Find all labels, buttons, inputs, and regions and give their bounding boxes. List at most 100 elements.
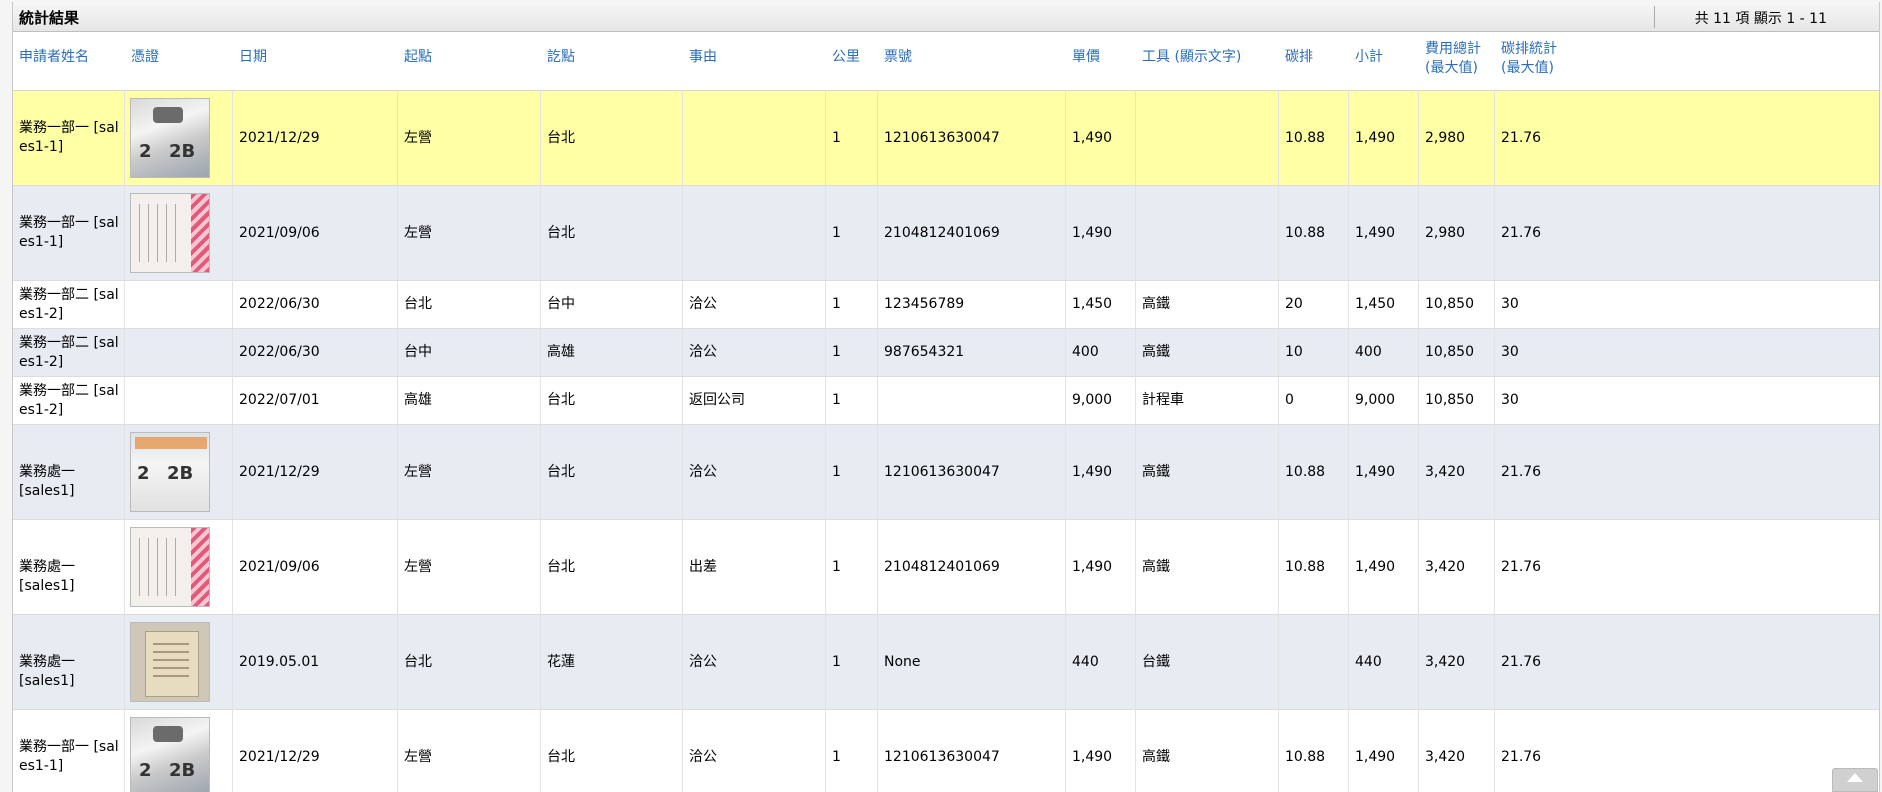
voucher-thumbnail[interactable]: 2 2B xyxy=(130,98,210,178)
table-row[interactable]: 業務一部二 [sales1-2] 2022/06/30 台北 台中 洽公 1 1234567… xyxy=(13,281,1879,329)
cell-carbon: 10.88 xyxy=(1285,129,1326,146)
column-header-reason[interactable]: 事由 xyxy=(683,48,826,67)
cell-reason: 洽公 xyxy=(689,296,717,312)
cell-to: 台北 xyxy=(547,224,575,241)
table-row[interactable]: 業務一部一 [sales1-1] 2021/09/06 左營 台北 1 210481240… xyxy=(13,186,1879,281)
cell-km: 1 xyxy=(832,296,841,312)
cell-date: 2021/12/29 xyxy=(239,463,320,480)
cell-subtotal: 1,490 xyxy=(1355,558,1396,575)
column-header-price[interactable]: 單價 xyxy=(1066,48,1136,67)
cell-to: 台北 xyxy=(547,392,575,408)
cell-carbon_total: 21.76 xyxy=(1501,224,1542,241)
column-header-subtotal[interactable]: 小計 xyxy=(1349,48,1419,67)
cell-subtotal: 1,450 xyxy=(1355,296,1396,312)
cell-carbon: 10.88 xyxy=(1285,224,1326,241)
cell-km: 1 xyxy=(832,463,841,480)
ticket-photo-icon: 2 2B xyxy=(131,99,209,177)
cell-price: 1,490 xyxy=(1072,129,1113,146)
cell-ticket: 123456789 xyxy=(884,296,965,312)
column-header-to[interactable]: 訖點 xyxy=(541,48,683,67)
cell-carbon_total: 30 xyxy=(1501,296,1519,312)
cell-date: 2022/06/30 xyxy=(239,296,320,312)
column-header-carbon[interactable]: 碳排 xyxy=(1279,48,1349,67)
cell-from: 左營 xyxy=(404,129,432,146)
cell-date: 2021/12/29 xyxy=(239,748,320,765)
voucher-thumbnail[interactable]: 2 2B xyxy=(130,432,210,512)
cell-price: 440 xyxy=(1072,653,1099,670)
cell-subtotal: 1,490 xyxy=(1355,748,1396,765)
results-panel: 統計結果 共 11 項 顯示 1 - 11 申請者姓名 憑證 日期 起點 訖點 事由 公里票… xyxy=(12,2,1880,792)
cell-tool: 高鐵 xyxy=(1142,344,1170,360)
table-row[interactable]: 業務處一 [sales1] 2019.05.01 台北 花蓮 洽公 1 None 440 台鐵 4… xyxy=(13,615,1879,710)
cell-carbon: 10.88 xyxy=(1285,748,1326,765)
column-header-km[interactable]: 公里 xyxy=(826,48,878,67)
column-header-carbon_total[interactable]: 碳排統計(最大值) xyxy=(1495,40,1569,78)
table-row[interactable]: 業務處一 [sales1] 2021/09/06 左營 台北 出差 1 2104812401… xyxy=(13,520,1879,615)
cell-ticket: 2104812401069 xyxy=(884,558,1000,575)
cell-cost_total: 10,850 xyxy=(1425,296,1474,312)
cell-reason: 洽公 xyxy=(689,748,717,765)
cell-price: 9,000 xyxy=(1072,392,1113,408)
table-header: 申請者姓名 憑證 日期 起點 訖點 事由 公里 票號 單價 工具 (顯示文字) 碳排 小計 費用總計(最… xyxy=(13,32,1879,91)
ticket-photo-icon: 2 2B xyxy=(131,433,209,511)
scroll-to-top-button[interactable] xyxy=(1832,768,1878,792)
cell-date: 2022/06/30 xyxy=(239,344,320,360)
cell-subtotal: 1,490 xyxy=(1355,463,1396,480)
cell-from: 左營 xyxy=(404,463,432,480)
cell-carbon_total: 21.76 xyxy=(1501,748,1542,765)
cell-carbon_total: 21.76 xyxy=(1501,463,1542,480)
cell-tool: 計程車 xyxy=(1142,392,1184,408)
cell-name: 業務一部一 [sales1-1] xyxy=(19,215,119,250)
cell-tool: 高鐵 xyxy=(1142,463,1170,480)
cell-from: 高雄 xyxy=(404,392,432,408)
table-row[interactable]: 業務處一 [sales1] 2 2B 2021/12/29 左營 台北 洽公 1 1210613… xyxy=(13,425,1879,520)
table-row[interactable]: 業務一部二 [sales1-2] 2022/06/30 台中 高雄 洽公 1 9876543… xyxy=(13,329,1879,377)
cell-carbon: 0 xyxy=(1285,392,1294,408)
voucher-thumbnail[interactable] xyxy=(130,527,210,607)
cell-to: 高雄 xyxy=(547,344,575,360)
column-header-from[interactable]: 起點 xyxy=(398,48,541,67)
column-header-date[interactable]: 日期 xyxy=(233,48,398,67)
cell-price: 1,490 xyxy=(1072,748,1113,765)
cell-subtotal: 1,490 xyxy=(1355,224,1396,241)
cell-date: 2021/09/06 xyxy=(239,224,320,241)
voucher-thumbnail[interactable] xyxy=(130,193,210,273)
cell-ticket: 1210613630047 xyxy=(884,748,1000,765)
column-header-cost_total[interactable]: 費用總計(最大值) xyxy=(1419,40,1493,78)
cell-to: 台北 xyxy=(547,463,575,480)
cell-tool: 台鐵 xyxy=(1142,653,1170,670)
cell-from: 台北 xyxy=(404,653,432,670)
cell-subtotal: 9,000 xyxy=(1355,392,1396,408)
ticket-photo-icon xyxy=(131,528,209,606)
cell-price: 1,490 xyxy=(1072,224,1113,241)
cell-name: 業務一部二 [sales1-2] xyxy=(19,382,119,418)
ticket-photo-icon xyxy=(131,623,209,701)
cell-date: 2019.05.01 xyxy=(239,653,320,670)
table-row[interactable]: 業務一部一 [sales1-1] 2 2B 2021/12/29 左營 台北 洽公 1 1210… xyxy=(13,710,1879,792)
column-header-name[interactable]: 申請者姓名 xyxy=(13,48,125,67)
cell-km: 1 xyxy=(832,558,841,575)
column-header-tool[interactable]: 工具 (顯示文字) xyxy=(1136,48,1279,67)
cell-name: 業務處一 [sales1] xyxy=(19,653,75,689)
voucher-thumbnail[interactable]: 2 2B xyxy=(130,717,210,792)
chevron-up-icon xyxy=(1847,773,1863,782)
table-row[interactable]: 業務一部二 [sales1-2] 2022/07/01 高雄 台北 返回公司 1 9,000… xyxy=(13,377,1879,425)
cell-carbon_total: 21.76 xyxy=(1501,129,1542,146)
cell-km: 1 xyxy=(832,344,841,360)
cell-reason: 出差 xyxy=(689,558,717,575)
cell-ticket: 987654321 xyxy=(884,344,965,360)
titlebar-divider xyxy=(1654,6,1655,28)
cell-name: 業務一部二 [sales1-2] xyxy=(19,286,119,322)
cell-km: 1 xyxy=(832,129,841,146)
voucher-thumbnail[interactable] xyxy=(130,622,210,702)
cell-name: 業務一部一 [sales1-1] xyxy=(19,739,119,774)
cell-cost_total: 2,980 xyxy=(1425,224,1466,241)
column-header-voucher[interactable]: 憑證 xyxy=(125,48,233,67)
cell-to: 花蓮 xyxy=(547,653,575,670)
cell-to: 台北 xyxy=(547,558,575,575)
ticket-photo-icon: 2 2B xyxy=(131,718,209,792)
cell-carbon_total: 21.76 xyxy=(1501,653,1542,670)
column-header-ticket[interactable]: 票號 xyxy=(878,48,1066,67)
table-row[interactable]: 業務一部一 [sales1-1] 2 2B 2021/12/29 左營 台北 1 121061… xyxy=(13,91,1879,186)
cell-ticket: 1210613630047 xyxy=(884,129,1000,146)
